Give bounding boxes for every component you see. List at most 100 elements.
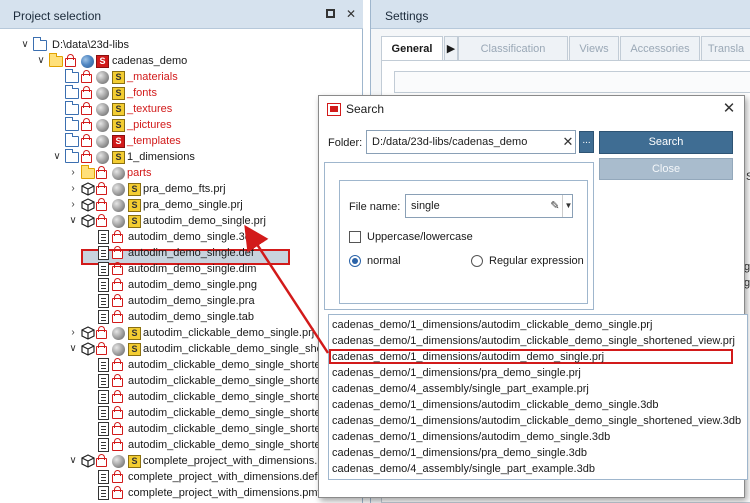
chevron-down-icon[interactable]: ▼ — [562, 195, 574, 217]
tree-item-label: parts — [127, 167, 152, 179]
tree-item[interactable]: ∨ Scomplete_project_with_dimensions.prj — [0, 453, 318, 469]
normal-radio-label: normal — [367, 255, 401, 267]
regex-radio[interactable] — [471, 255, 483, 267]
tree-item[interactable]: autodim_clickable_demo_single_shortened_… — [0, 357, 318, 373]
tree-item[interactable]: autodim_clickable_demo_single_shortened_… — [0, 437, 318, 453]
tree-item[interactable]: S _materials — [0, 69, 318, 85]
tree-item[interactable]: › Spra_demo_single.prj — [0, 197, 318, 213]
document-icon — [98, 246, 109, 260]
tree-item[interactable]: autodim_demo_single.pra — [0, 293, 318, 309]
tree-item-label: complete_project_with_dimensions.pmf — [128, 487, 318, 499]
tree-item-label: _pictures — [127, 119, 172, 131]
tree-item[interactable]: autodim_demo_single.tab — [0, 309, 318, 325]
chevron-right-icon[interactable]: › — [67, 197, 79, 213]
tree-item[interactable]: S _fonts — [0, 85, 318, 101]
tree-item[interactable]: › parts — [0, 165, 318, 181]
search-dialog: Search ✕ Folder: D:/data/23d-libs/cadena… — [318, 95, 748, 498]
tree-item[interactable]: autodim_clickable_demo_single_shortened_… — [0, 421, 318, 437]
tree-item[interactable]: S _pictures — [0, 117, 318, 133]
chevron-down-icon[interactable]: ∨ — [67, 213, 79, 229]
tab-translation[interactable]: Transla — [701, 36, 750, 60]
result-item[interactable]: cadenas_demo/1_dimensions/autodim_demo_s… — [332, 429, 610, 445]
tab-scroll-arrow-icon[interactable]: ▶ — [444, 36, 458, 60]
settings-field[interactable] — [394, 71, 750, 93]
chevron-right-icon[interactable]: › — [67, 165, 79, 181]
close-icon[interactable]: ✕ — [343, 6, 359, 22]
tree-item[interactable]: ∨ D:\data\23d-libs — [0, 37, 318, 53]
search-button[interactable]: Search — [599, 131, 733, 154]
lock-icon — [112, 486, 123, 499]
document-icon — [98, 358, 109, 372]
tree-item-label: D:\data\23d-libs — [52, 39, 130, 51]
result-item[interactable]: cadenas_demo/1_dimensions/autodim_clicka… — [332, 413, 741, 429]
lock-icon — [81, 150, 92, 163]
result-item[interactable]: cadenas_demo/1_dimensions/pra_demo_singl… — [332, 445, 587, 461]
status-s-icon: S — [112, 103, 125, 116]
chevron-right-icon[interactable]: › — [67, 181, 79, 197]
result-item[interactable]: cadenas_demo/1_dimensions/autodim_clicka… — [332, 397, 659, 413]
criteria-group: File name: single ✎ ▼ Uppercase/lowercas… — [324, 162, 594, 310]
dialog-title: Search — [346, 102, 385, 116]
lock-icon — [81, 134, 92, 147]
result-item[interactable]: cadenas_demo/1_dimensions/pra_demo_singl… — [332, 365, 581, 381]
tree-item[interactable]: autodim_demo_single.3db — [0, 229, 318, 245]
tree-item[interactable]: autodim_demo_single.png — [0, 277, 318, 293]
tab-accessories[interactable]: Accessories — [620, 36, 700, 60]
lock-icon — [112, 278, 123, 291]
tree-item-label: autodim_clickable_demo_single_shortened_… — [128, 407, 318, 419]
lock-icon — [81, 70, 92, 83]
globe-icon — [96, 119, 109, 132]
browse-button[interactable]: ... — [579, 131, 594, 153]
folder-input[interactable]: D:/data/23d-libs/cadenas_demo ✕ — [366, 130, 576, 154]
result-item[interactable]: cadenas_demo/1_dimensions/autodim_clicka… — [332, 333, 735, 349]
tree-item[interactable]: ∨ Sautodim_clickable_demo_single_shortene… — [0, 341, 318, 357]
globe-icon — [96, 151, 109, 164]
tree-item-label: autodim_clickable_demo_single_shortened_… — [128, 391, 318, 403]
uppercase-checkbox[interactable] — [349, 231, 361, 243]
tree-item[interactable]: autodim_demo_single.dim — [0, 261, 318, 277]
chevron-down-icon[interactable]: ∨ — [67, 453, 79, 469]
chevron-down-icon[interactable]: ∨ — [51, 149, 63, 165]
chevron-down-icon[interactable]: ∨ — [35, 53, 47, 69]
tree-item[interactable]: complete_project_with_dimensions.def — [0, 469, 318, 485]
filename-input[interactable]: single ✎ ▼ — [405, 194, 573, 218]
clear-icon[interactable]: ✕ — [560, 131, 576, 153]
pencil-icon[interactable]: ✎ — [548, 195, 562, 217]
chevron-down-icon[interactable]: ∨ — [19, 37, 31, 53]
tree-item[interactable]: ∨ Sautodim_demo_single.prj — [0, 213, 318, 229]
close-icon[interactable]: ✕ — [719, 99, 739, 119]
tree-item[interactable]: S _textures — [0, 101, 318, 117]
tree-item[interactable]: autodim_clickable_demo_single_shortened_… — [0, 405, 318, 421]
close-button[interactable]: Close — [599, 158, 733, 180]
tree-item[interactable]: autodim_clickable_demo_single_shortened_… — [0, 373, 318, 389]
document-icon — [98, 278, 109, 292]
tree-item[interactable]: ∨ S 1_dimensions — [0, 149, 318, 165]
tree-item[interactable]: complete_project_with_dimensions.pmf — [0, 485, 318, 501]
tab-general[interactable]: General — [381, 36, 443, 62]
document-icon — [98, 486, 109, 500]
tree-item[interactable]: ∨ Scadenas_demo — [0, 53, 318, 69]
folder-icon — [81, 165, 95, 179]
chevron-down-icon[interactable]: ∨ — [67, 341, 79, 357]
tab-classification[interactable]: Classification — [458, 36, 568, 60]
tree-item[interactable]: autodim_clickable_demo_single_shortened_… — [0, 389, 318, 405]
status-s-icon: S — [112, 135, 125, 148]
chevron-right-icon[interactable]: › — [67, 325, 79, 341]
tree-item[interactable]: S _templates — [0, 133, 318, 149]
result-item[interactable]: cadenas_demo/1_dimensions/autodim_clicka… — [332, 317, 652, 333]
folder-icon — [65, 69, 79, 83]
tab-views[interactable]: Views — [569, 36, 619, 60]
tree-item[interactable]: autodim_demo_single.def — [0, 245, 318, 261]
tree-item[interactable]: › Spra_demo_fts.prj — [0, 181, 318, 197]
normal-radio[interactable] — [349, 255, 361, 267]
result-item[interactable]: cadenas_demo/4_assembly/single_part_exam… — [332, 461, 595, 477]
tree-item[interactable]: › Sautodim_clickable_demo_single.prj — [0, 325, 318, 341]
project-selection-panel: Project selection ✕ ∨ D:\data\23d-libs ∨ Sc… — [0, 0, 363, 503]
result-item[interactable]: cadenas_demo/1_dimensions/autodim_demo_s… — [332, 349, 604, 365]
result-item[interactable]: cadenas_demo/4_assembly/single_part_exam… — [332, 381, 589, 397]
globe-icon — [112, 199, 125, 212]
maximize-icon[interactable] — [322, 6, 338, 22]
filename-label: File name: — [349, 201, 401, 213]
tree-item-label: autodim_demo_single.prj — [143, 215, 266, 227]
lock-icon — [96, 326, 107, 339]
